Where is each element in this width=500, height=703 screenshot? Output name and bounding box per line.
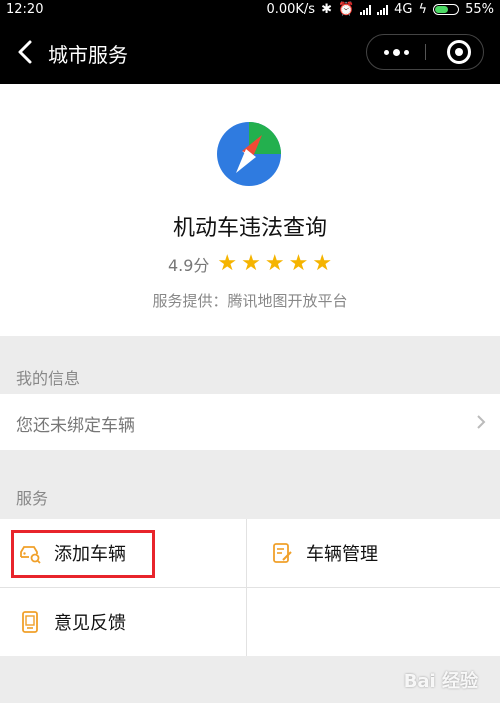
status-time: 12:20 xyxy=(6,2,44,17)
feedback-card-icon xyxy=(22,611,38,633)
star-icon: ★ xyxy=(312,251,333,276)
status-bar: 12:20 0.00K/s ✱ ⏰ 4G ϟ 55% xyxy=(0,0,500,20)
mini-program-capsule xyxy=(366,34,484,70)
signal-icon xyxy=(360,4,372,15)
star-icon: ★ xyxy=(217,251,238,276)
network-speed: 0.00K/s xyxy=(266,2,316,17)
annotation-highlight-box xyxy=(11,530,155,578)
target-close-icon[interactable] xyxy=(447,40,471,64)
my-info-section-title: 我的信息 xyxy=(16,369,81,388)
edit-document-icon xyxy=(273,543,292,563)
services-section-title: 服务 xyxy=(16,489,49,508)
status-right: 0.00K/s ✱ ⏰ 4G ϟ 55% xyxy=(266,2,494,17)
app-header: 机动车违法查询 4.9分 ★ ★ ★ ★ ★ 服务提供：腾讯地图开放平台 xyxy=(0,84,500,336)
signal-icon-2 xyxy=(377,4,389,15)
feedback-label: 意见反馈 xyxy=(54,613,126,634)
bind-vehicle-row[interactable]: 您还未绑定车辆 xyxy=(0,394,500,450)
battery-percent: 55% xyxy=(465,2,494,17)
battery-icon xyxy=(433,4,460,15)
page-title: 城市服务 xyxy=(48,43,128,67)
bluetooth-icon: ✱ xyxy=(321,2,332,17)
app-name: 机动车违法查询 xyxy=(172,216,327,241)
feedback-button[interactable]: 意见反馈 xyxy=(18,588,246,656)
vehicle-management-button[interactable]: 车辆管理 xyxy=(270,519,500,587)
alarm-icon: ⏰ xyxy=(337,2,355,17)
star-icon: ★ xyxy=(264,251,285,276)
compass-app-icon xyxy=(217,122,281,186)
vehicle-status-text: 您还未绑定车辆 xyxy=(16,416,135,436)
star-icon: ★ xyxy=(288,251,309,276)
star-icon: ★ xyxy=(241,251,261,276)
vehicle-management-label: 车辆管理 xyxy=(306,544,378,565)
more-dots-icon[interactable] xyxy=(367,35,425,69)
capsule-divider xyxy=(425,44,426,60)
network-type: 4G xyxy=(394,2,413,17)
watermark: Bai 经验 xyxy=(403,671,478,692)
provider-text: 服务提供：腾讯地图开放平台 xyxy=(152,292,348,310)
nav-bar: 城市服务 xyxy=(0,20,500,84)
rating-value: 4.9分 xyxy=(167,256,210,275)
charging-icon: ϟ xyxy=(418,2,428,17)
chevron-left-icon[interactable] xyxy=(14,34,38,70)
rating-row: 4.9分 ★ ★ ★ ★ ★ xyxy=(0,252,500,276)
chevron-right-icon xyxy=(477,415,486,429)
